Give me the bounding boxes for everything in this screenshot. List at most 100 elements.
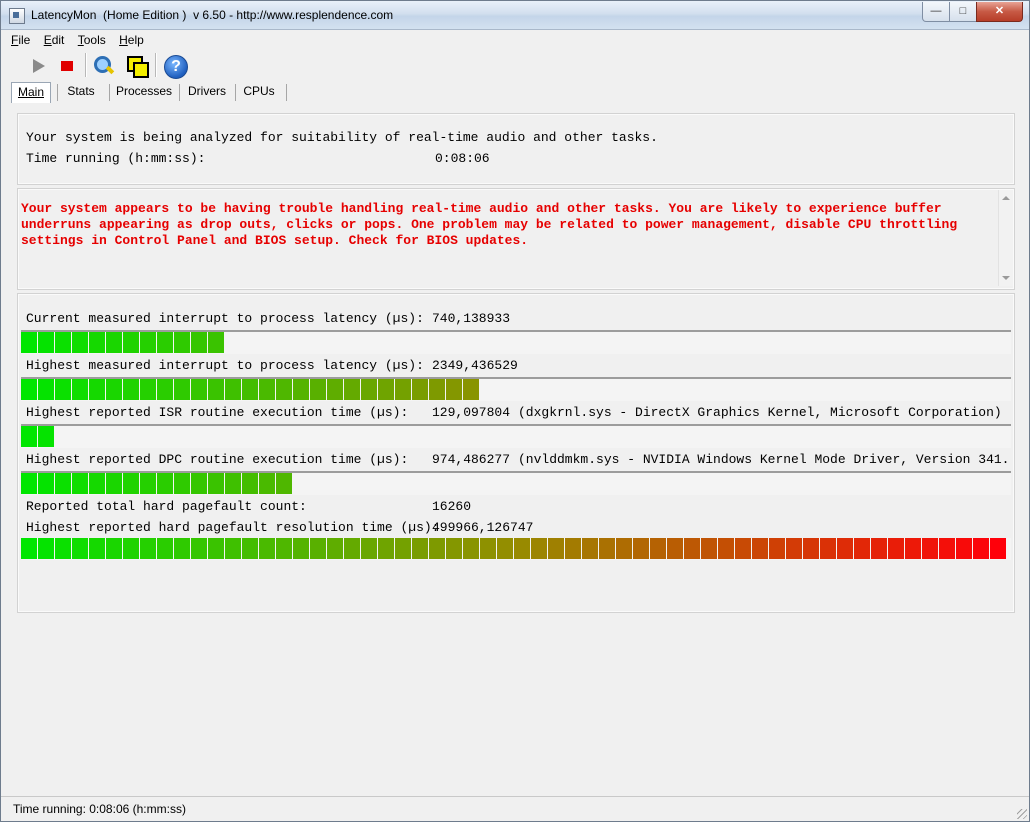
meter-segment [837, 538, 853, 559]
meter-segment [344, 538, 360, 559]
meter-segment [38, 426, 54, 447]
meter-segment [242, 473, 258, 494]
maximize-button[interactable]: □ [949, 2, 977, 22]
meter-segment [106, 473, 122, 494]
tab-separator [179, 84, 180, 101]
meter-segment [191, 332, 207, 353]
meter-segment [327, 379, 343, 400]
menu-help[interactable]: Help [117, 31, 146, 49]
meter-segment [191, 473, 207, 494]
meter-segment [752, 538, 768, 559]
meter-segment [38, 332, 54, 353]
verdict-scrollbar[interactable] [998, 190, 1013, 286]
title-bar[interactable]: LatencyMon (Home Edition ) v 6.50 - http… [1, 1, 1029, 30]
meter-segment [38, 473, 54, 494]
meter-segment [276, 473, 292, 494]
scroll-up-arrow-icon[interactable] [1002, 196, 1010, 200]
meter-segment [361, 379, 377, 400]
tab-separator [286, 84, 287, 101]
meter-segment [21, 538, 37, 559]
meter-segment [293, 538, 309, 559]
highest-dpc-meter [21, 471, 1011, 495]
analysis-status-text: Your system is being analyzed for suitab… [26, 130, 658, 145]
meter-segment [21, 473, 37, 494]
meter-segment [276, 379, 292, 400]
tab-processes[interactable]: Processes [115, 82, 173, 101]
tab-main[interactable]: Main [11, 82, 51, 103]
menu-file[interactable]: File [9, 31, 32, 49]
meter-segment [123, 332, 139, 353]
play-icon[interactable] [25, 53, 51, 79]
windows-icon[interactable] [124, 53, 150, 79]
latencymon-window: LatencyMon (Home Edition ) v 6.50 - http… [0, 0, 1030, 822]
scroll-down-arrow-icon[interactable] [1002, 276, 1010, 280]
meter-segment [480, 538, 496, 559]
tab-cpus[interactable]: CPUs [241, 82, 277, 101]
meter-segment [140, 379, 156, 400]
pagefault-count-value: 16260 [432, 499, 472, 514]
meter-segment [633, 538, 649, 559]
meter-segment [276, 538, 292, 559]
analyze-magnifier-icon[interactable] [91, 53, 117, 79]
stop-icon[interactable] [55, 53, 81, 79]
verdict-panel: Your system appears to be having trouble… [17, 188, 1015, 290]
meter-segment [327, 538, 343, 559]
meter-segment [55, 379, 71, 400]
meter-segment [21, 332, 37, 353]
current-latency-meter [21, 330, 1011, 354]
status-bar: Time running: 0:08:06 (h:mm:ss) [1, 796, 1029, 821]
meter-segment [157, 473, 173, 494]
meter-segment [225, 538, 241, 559]
meter-segment [123, 379, 139, 400]
meter-segment [208, 379, 224, 400]
highest-isr-value: 129,097804 [432, 405, 511, 420]
meter-segment [208, 473, 224, 494]
meter-segment [157, 379, 173, 400]
highest-isr-meter [21, 424, 1011, 448]
toolbar-separator [155, 53, 157, 77]
meter-segment [72, 473, 88, 494]
meter-segment [89, 332, 105, 353]
meter-graphic [21, 379, 479, 400]
meter-segment [55, 332, 71, 353]
meter-segment [123, 473, 139, 494]
meter-segment [157, 538, 173, 559]
meter-segment [225, 379, 241, 400]
meter-segment [208, 332, 224, 353]
minimize-button[interactable]: — [922, 2, 950, 22]
help-icon[interactable] [162, 53, 188, 79]
meter-segment [786, 538, 802, 559]
time-running-label: Time running (h:mm:ss): [26, 151, 206, 166]
window-title: LatencyMon (Home Edition ) v 6.50 - http… [31, 8, 394, 22]
meter-segment [599, 538, 615, 559]
resize-grip-icon[interactable] [1017, 809, 1027, 819]
meter-segment [684, 538, 700, 559]
meter-segment [565, 538, 581, 559]
meter-segment [990, 538, 1006, 559]
menu-edit[interactable]: Edit [42, 31, 67, 49]
meter-segment [242, 379, 258, 400]
highest-latency-value: 2349,436529 [432, 358, 518, 373]
meter-segment [225, 473, 241, 494]
meter-segment [531, 538, 547, 559]
meter-segment [905, 538, 921, 559]
meter-segment [140, 332, 156, 353]
meter-segment [820, 538, 836, 559]
menu-tools[interactable]: Tools [76, 31, 108, 49]
close-button[interactable]: ✕ [976, 2, 1023, 22]
meter-graphic [21, 426, 54, 447]
tab-separator [235, 84, 236, 101]
meter-segment [38, 379, 54, 400]
meter-segment [89, 473, 105, 494]
meter-segment [72, 538, 88, 559]
highest-dpc-driver: (nvlddmkm.sys - NVIDIA Windows Kernel Mo… [518, 452, 1008, 467]
time-running-value: 0:08:06 [435, 151, 490, 166]
tab-stats[interactable]: Stats [63, 82, 99, 101]
highest-dpc-value: 974,486277 [432, 452, 511, 467]
tab-drivers[interactable]: Drivers [185, 82, 229, 101]
meter-segment [140, 473, 156, 494]
meter-segment [259, 473, 275, 494]
meter-segment [310, 379, 326, 400]
meter-graphic [21, 332, 224, 353]
highest-latency-meter [21, 377, 1011, 401]
